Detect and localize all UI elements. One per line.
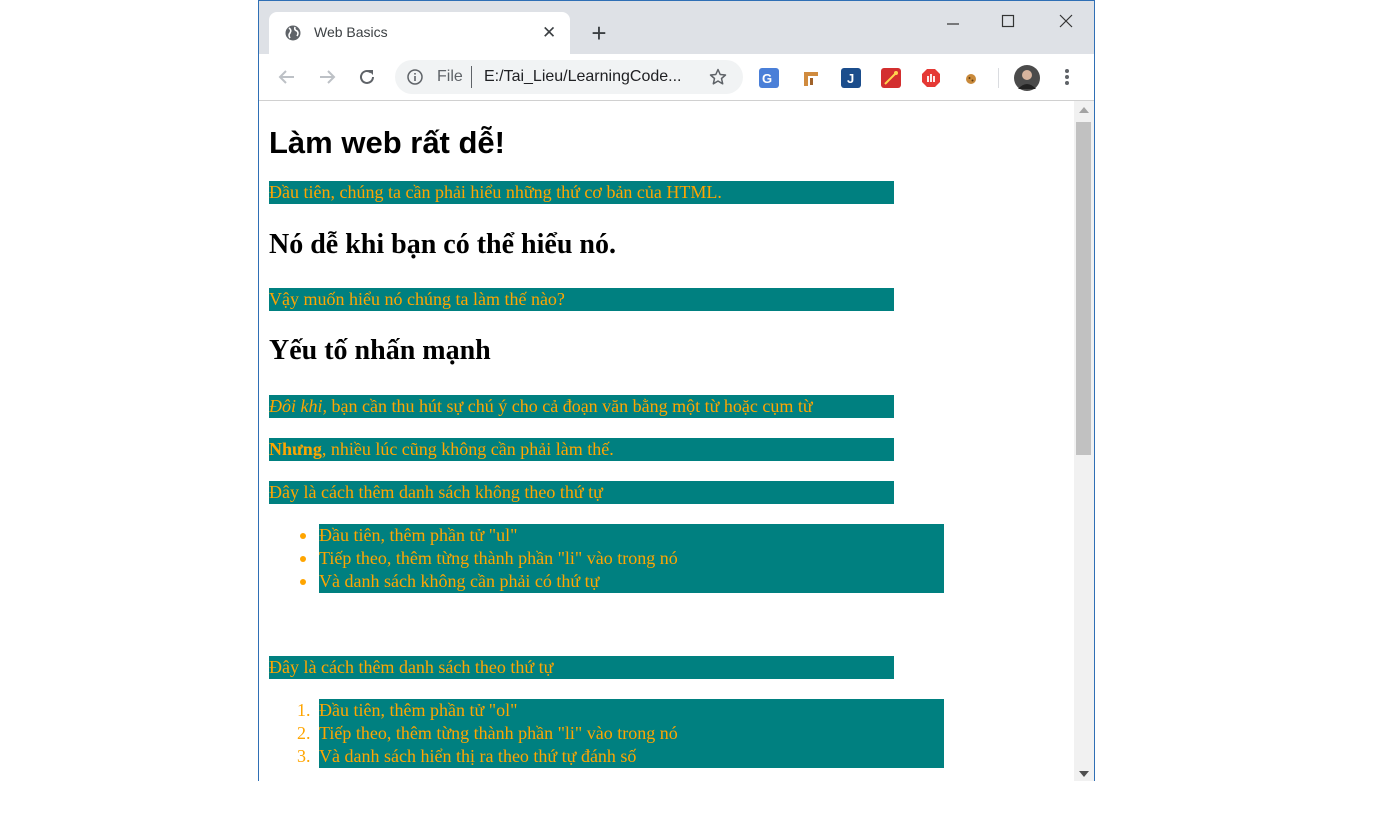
url-scheme: File [437,68,463,85]
paragraph-strong-rest: , nhiều lúc cũng không cần phải làm thế. [321,439,614,459]
maximize-icon[interactable] [988,9,1028,33]
profile-avatar[interactable] [1014,65,1040,91]
list-item: Và danh sách không cần phải có thứ tự [300,570,944,593]
cookie-icon[interactable] [961,68,981,88]
page-heading: Làm web rất dễ! [269,125,505,160]
list-item: 2. Tiếp theo, thêm từng thành phần "li" v… [297,722,944,745]
new-tab-icon[interactable]: + [586,20,612,46]
close-icon[interactable]: ✕ [542,23,556,43]
menu-icon[interactable] [1056,66,1078,88]
scrollbar-thumb[interactable] [1076,122,1091,455]
vertical-scrollbar[interactable] [1074,101,1094,781]
list-item: 1. Đầu tiên, thêm phần tử "ol" [297,699,944,722]
list-item-text: Đầu tiên, thêm phần tử "ol" [319,700,518,720]
ordered-list: 1. Đầu tiên, thêm phần tử "ol" 2. Tiếp the… [297,699,944,768]
tab-bar: Web Basics ✕ + [259,1,1094,54]
window-close-icon[interactable] [1046,9,1086,33]
unordered-list: Đầu tiên, thêm phần tử "ul" Tiếp theo, t… [300,524,944,593]
extension-icon[interactable]: J [841,68,861,88]
list-item: 3. Và danh sách hiển thị ra theo thứ tự đ… [297,745,944,768]
list-item-text: Đầu tiên, thêm phần tử "ul" [319,525,518,545]
paragraph-ordered: Đây là cách thêm danh sách theo thứ tự [269,656,894,679]
paragraph-emphasis: Đôi khi, bạn cần thu hút sự chú ý cho cả… [269,395,894,418]
extension-icon[interactable] [881,68,901,88]
svg-text:G: G [762,71,772,86]
google-translate-icon[interactable]: G [759,68,779,88]
adblock-icon[interactable] [921,68,941,88]
list-item-text: Tiếp theo, thêm từng thành phần "li" vào… [319,723,678,743]
forward-icon[interactable] [316,66,338,88]
svg-text:J: J [847,71,854,86]
heading-emphasis: Yếu tố nhấn mạnh [269,335,491,366]
paragraph-question: Vậy muốn hiểu nó chúng ta làm thế nào? [269,288,894,311]
toolbar: File E:/Tai_Lieu/LearningCode... G J [259,54,1094,101]
bullet-icon [300,556,306,562]
address-bar[interactable]: File E:/Tai_Lieu/LearningCode... [395,60,743,94]
back-icon[interactable] [276,66,298,88]
list-number: 2. [297,723,311,743]
info-icon[interactable] [407,69,423,85]
paragraph-unordered: Đây là cách thêm danh sách không theo th… [269,481,894,504]
bullet-icon [300,579,306,585]
tab-web-basics[interactable]: Web Basics ✕ [269,12,570,54]
globe-icon [285,25,301,41]
toolbar-divider [998,68,999,88]
heading-easy: Nó dễ khi bạn có thể hiểu nó. [269,229,616,260]
extension-icon[interactable] [801,68,821,88]
scroll-down-icon[interactable] [1079,771,1089,777]
browser-window: Web Basics ✕ + File E:/Tai_Lieu/Learning… [258,0,1095,781]
paragraph-intro: Đầu tiên, chúng ta cần phải hiểu những t… [269,181,894,204]
reload-icon[interactable] [356,66,378,88]
list-item: Tiếp theo, thêm từng thành phần "li" vào… [300,547,944,570]
url-separator [471,66,472,88]
list-item-text: Và danh sách hiển thị ra theo thứ tự đán… [319,746,637,766]
list-item: Đầu tiên, thêm phần tử "ul" [300,524,944,547]
bullet-icon [300,533,306,539]
list-item-text: Tiếp theo, thêm từng thành phần "li" vào… [319,548,678,568]
list-item-text: Và danh sách không cần phải có thứ tự [319,571,600,591]
minimize-icon[interactable] [933,9,973,33]
list-number: 3. [297,746,311,766]
tab-title: Web Basics [314,24,388,40]
page-viewport: Làm web rất dễ! Đầu tiên, chúng ta cần p… [259,101,1074,781]
list-number: 1. [297,700,311,720]
url-text[interactable]: E:/Tai_Lieu/LearningCode... [484,68,681,86]
paragraph-emphasis-rest: bạn cần thu hút sự chú ý cho cả đoạn văn… [327,396,813,416]
paragraph-strong: Nhưng, nhiều lúc cũng không cần phải làm… [269,438,894,461]
emphasis-text: Đôi khi, [269,396,327,416]
strong-text: Nhưng [269,439,322,459]
bookmark-star-icon[interactable] [709,68,727,86]
scroll-up-icon[interactable] [1079,107,1089,113]
